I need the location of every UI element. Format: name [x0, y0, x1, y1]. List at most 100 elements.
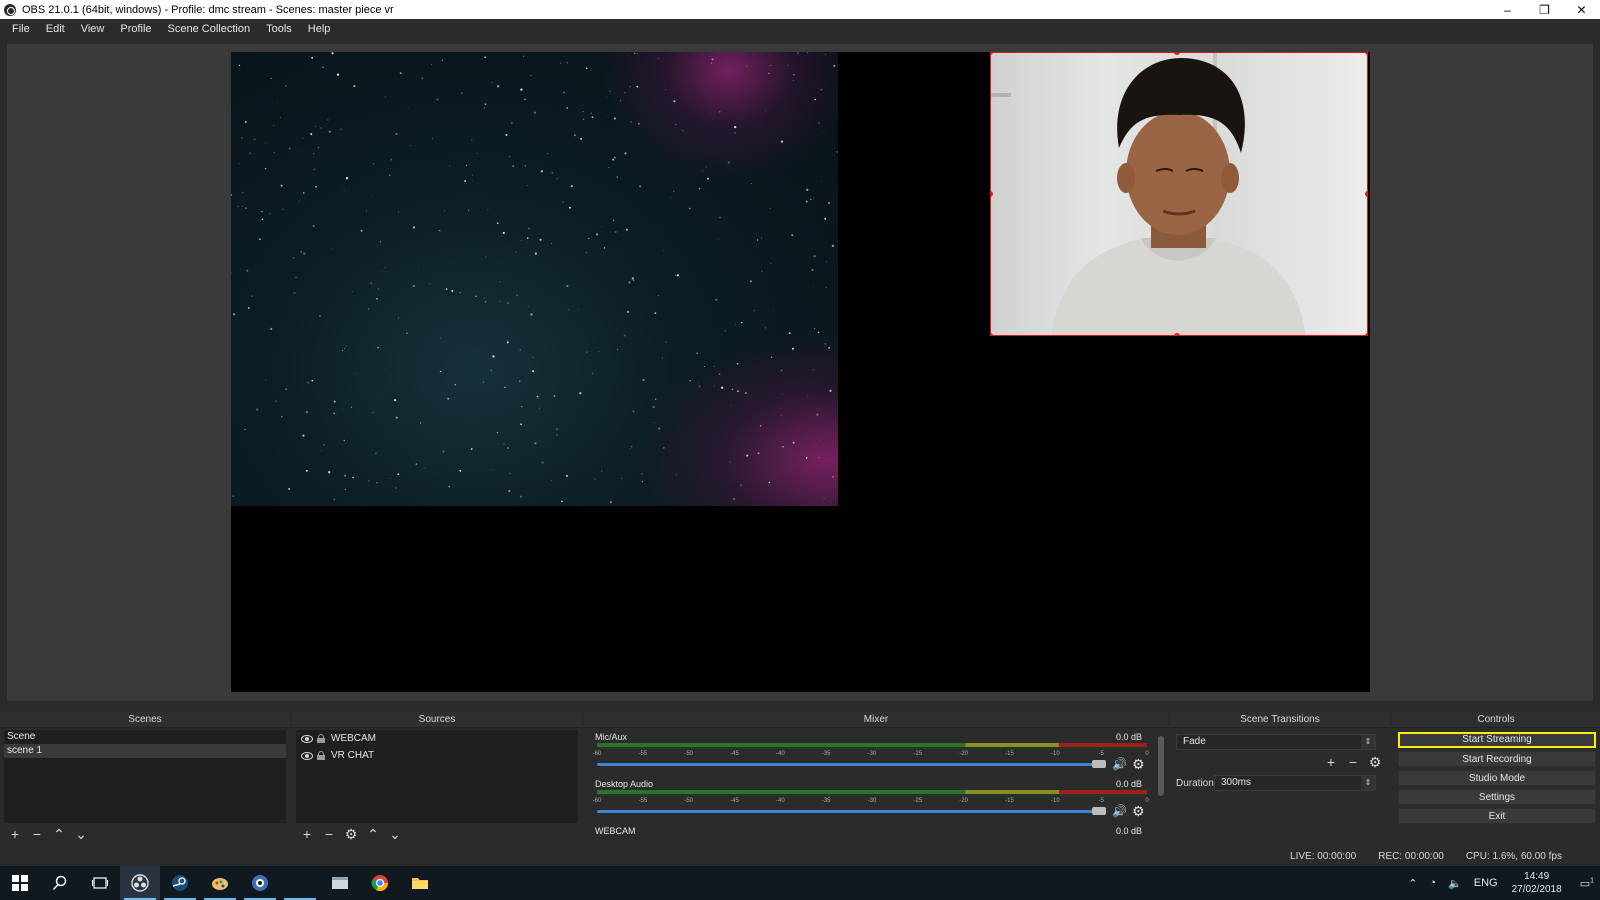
move-source-up-button[interactable]: ⌃: [362, 824, 384, 844]
speaker-icon[interactable]: 🔊: [1112, 757, 1128, 771]
restore-button[interactable]: ❐: [1526, 0, 1563, 19]
move-scene-down-button[interactable]: ⌄: [70, 824, 92, 844]
star: [231, 272, 232, 274]
speaker-icon[interactable]: 🔊: [1112, 804, 1128, 818]
move-source-down-button[interactable]: ⌄: [384, 824, 406, 844]
star: [614, 230, 617, 234]
visibility-eye-icon[interactable]: [301, 751, 313, 760]
menu-view[interactable]: View: [73, 23, 113, 35]
star: [351, 291, 354, 293]
star: [613, 219, 615, 221]
star: [556, 434, 558, 436]
channel-gear-icon[interactable]: ⚙: [1132, 803, 1148, 819]
start-streaming-button[interactable]: Start Streaming: [1398, 732, 1596, 748]
meter-scale: -60 -55 -50 -45 -40 -35 -30 -25 -20 -15 -10 -5 0: [593, 751, 1149, 759]
settings-button[interactable]: Settings: [1398, 789, 1596, 805]
scenes-list[interactable]: Scene scene 1: [4, 730, 286, 823]
add-scene-button[interactable]: +: [4, 824, 26, 844]
transition-gear-icon[interactable]: ⚙: [1364, 752, 1386, 772]
star: [313, 168, 316, 171]
remove-transition-button[interactable]: −: [1342, 752, 1364, 772]
source-properties-gear-icon[interactable]: ⚙: [340, 824, 362, 844]
close-button[interactable]: ✕: [1563, 0, 1600, 19]
spin-arrows-icon[interactable]: ⇕: [1361, 776, 1375, 790]
menu-help[interactable]: Help: [300, 23, 339, 35]
star: [519, 380, 521, 382]
webcam-source-preview[interactable]: [990, 52, 1368, 336]
language-indicator[interactable]: ENG: [1474, 877, 1498, 889]
star: [345, 345, 347, 348]
task-view-icon[interactable]: [80, 866, 120, 900]
menu-scene-collection[interactable]: Scene Collection: [160, 23, 259, 35]
add-transition-button[interactable]: +: [1320, 752, 1342, 772]
scene-item-selected[interactable]: scene 1: [4, 744, 286, 758]
lock-icon[interactable]: [317, 734, 325, 743]
source-item[interactable]: WEBCAM: [296, 730, 578, 747]
remove-scene-button[interactable]: −: [26, 824, 48, 844]
remove-source-button[interactable]: −: [318, 824, 340, 844]
menu-profile[interactable]: Profile: [112, 23, 159, 35]
resize-handle[interactable]: [991, 333, 993, 335]
resize-handle[interactable]: [1174, 333, 1180, 335]
volume-fader-handle[interactable]: [1092, 807, 1106, 815]
notifications-icon[interactable]: ▭1: [1580, 877, 1594, 890]
star: [556, 178, 558, 180]
star: [825, 286, 827, 288]
scale-tick-label: -5: [1098, 798, 1104, 804]
scene-item[interactable]: Scene: [4, 730, 286, 744]
volume-fader[interactable]: [597, 810, 1097, 813]
star: [381, 270, 382, 272]
minimize-button[interactable]: –: [1489, 0, 1526, 19]
star: [696, 352, 698, 354]
menu-tools[interactable]: Tools: [258, 23, 300, 35]
resize-handle[interactable]: [1365, 53, 1367, 55]
sources-list[interactable]: WEBCAM VR CHAT: [296, 730, 578, 823]
mixer-scrollbar[interactable]: [1158, 736, 1164, 796]
star: [524, 98, 526, 101]
lock-icon[interactable]: [317, 751, 325, 760]
resize-handle[interactable]: [1365, 333, 1367, 335]
blank-app-icon[interactable]: [280, 866, 320, 900]
explorer-window-icon[interactable]: [320, 866, 360, 900]
star: [697, 381, 699, 384]
source-item[interactable]: VR CHAT: [296, 747, 578, 764]
volume-fader-handle[interactable]: [1092, 760, 1106, 768]
start-recording-button[interactable]: Start Recording: [1398, 751, 1596, 767]
duration-spinbox[interactable]: 300ms ⇕: [1214, 775, 1376, 791]
star: [519, 495, 523, 498]
preview-area[interactable]: [7, 44, 1593, 701]
move-scene-up-button[interactable]: ⌃: [48, 824, 70, 844]
chevron-up-icon[interactable]: ⌃: [1408, 877, 1417, 890]
star: [395, 132, 398, 135]
exit-button[interactable]: Exit: [1398, 808, 1596, 824]
add-source-button[interactable]: +: [296, 824, 318, 844]
star: [520, 239, 522, 241]
search-icon[interactable]: [40, 866, 80, 900]
studio-mode-button[interactable]: Studio Mode: [1398, 770, 1596, 786]
star: [532, 356, 534, 358]
windows-start-icon[interactable]: [0, 866, 40, 900]
channel-gear-icon[interactable]: ⚙: [1132, 756, 1148, 772]
star: [310, 133, 313, 136]
clock[interactable]: 14:49 27/02/2018: [1512, 870, 1562, 896]
chrome-icon[interactable]: [360, 866, 400, 900]
volume-icon[interactable]: 🔈: [1448, 877, 1462, 890]
obs-taskbar-icon[interactable]: [120, 866, 160, 900]
vr-app-icon[interactable]: [240, 866, 280, 900]
menu-file[interactable]: File: [4, 23, 38, 35]
star: [350, 406, 352, 408]
transition-select[interactable]: Fade ⇕: [1176, 734, 1376, 750]
star: [632, 410, 635, 413]
visibility-eye-icon[interactable]: [301, 734, 313, 743]
paint-app-icon[interactable]: [200, 866, 240, 900]
vr-chat-source-preview[interactable]: [231, 52, 838, 506]
star: [601, 470, 603, 472]
preview-canvas[interactable]: [231, 52, 1370, 692]
file-explorer-icon[interactable]: [400, 866, 440, 900]
wifi-icon[interactable]: ◔: [1429, 877, 1436, 889]
volume-fader[interactable]: [597, 763, 1097, 766]
resize-handle[interactable]: [1365, 191, 1367, 197]
steam-icon[interactable]: [160, 866, 200, 900]
menu-edit[interactable]: Edit: [38, 23, 73, 35]
star: [398, 211, 400, 213]
